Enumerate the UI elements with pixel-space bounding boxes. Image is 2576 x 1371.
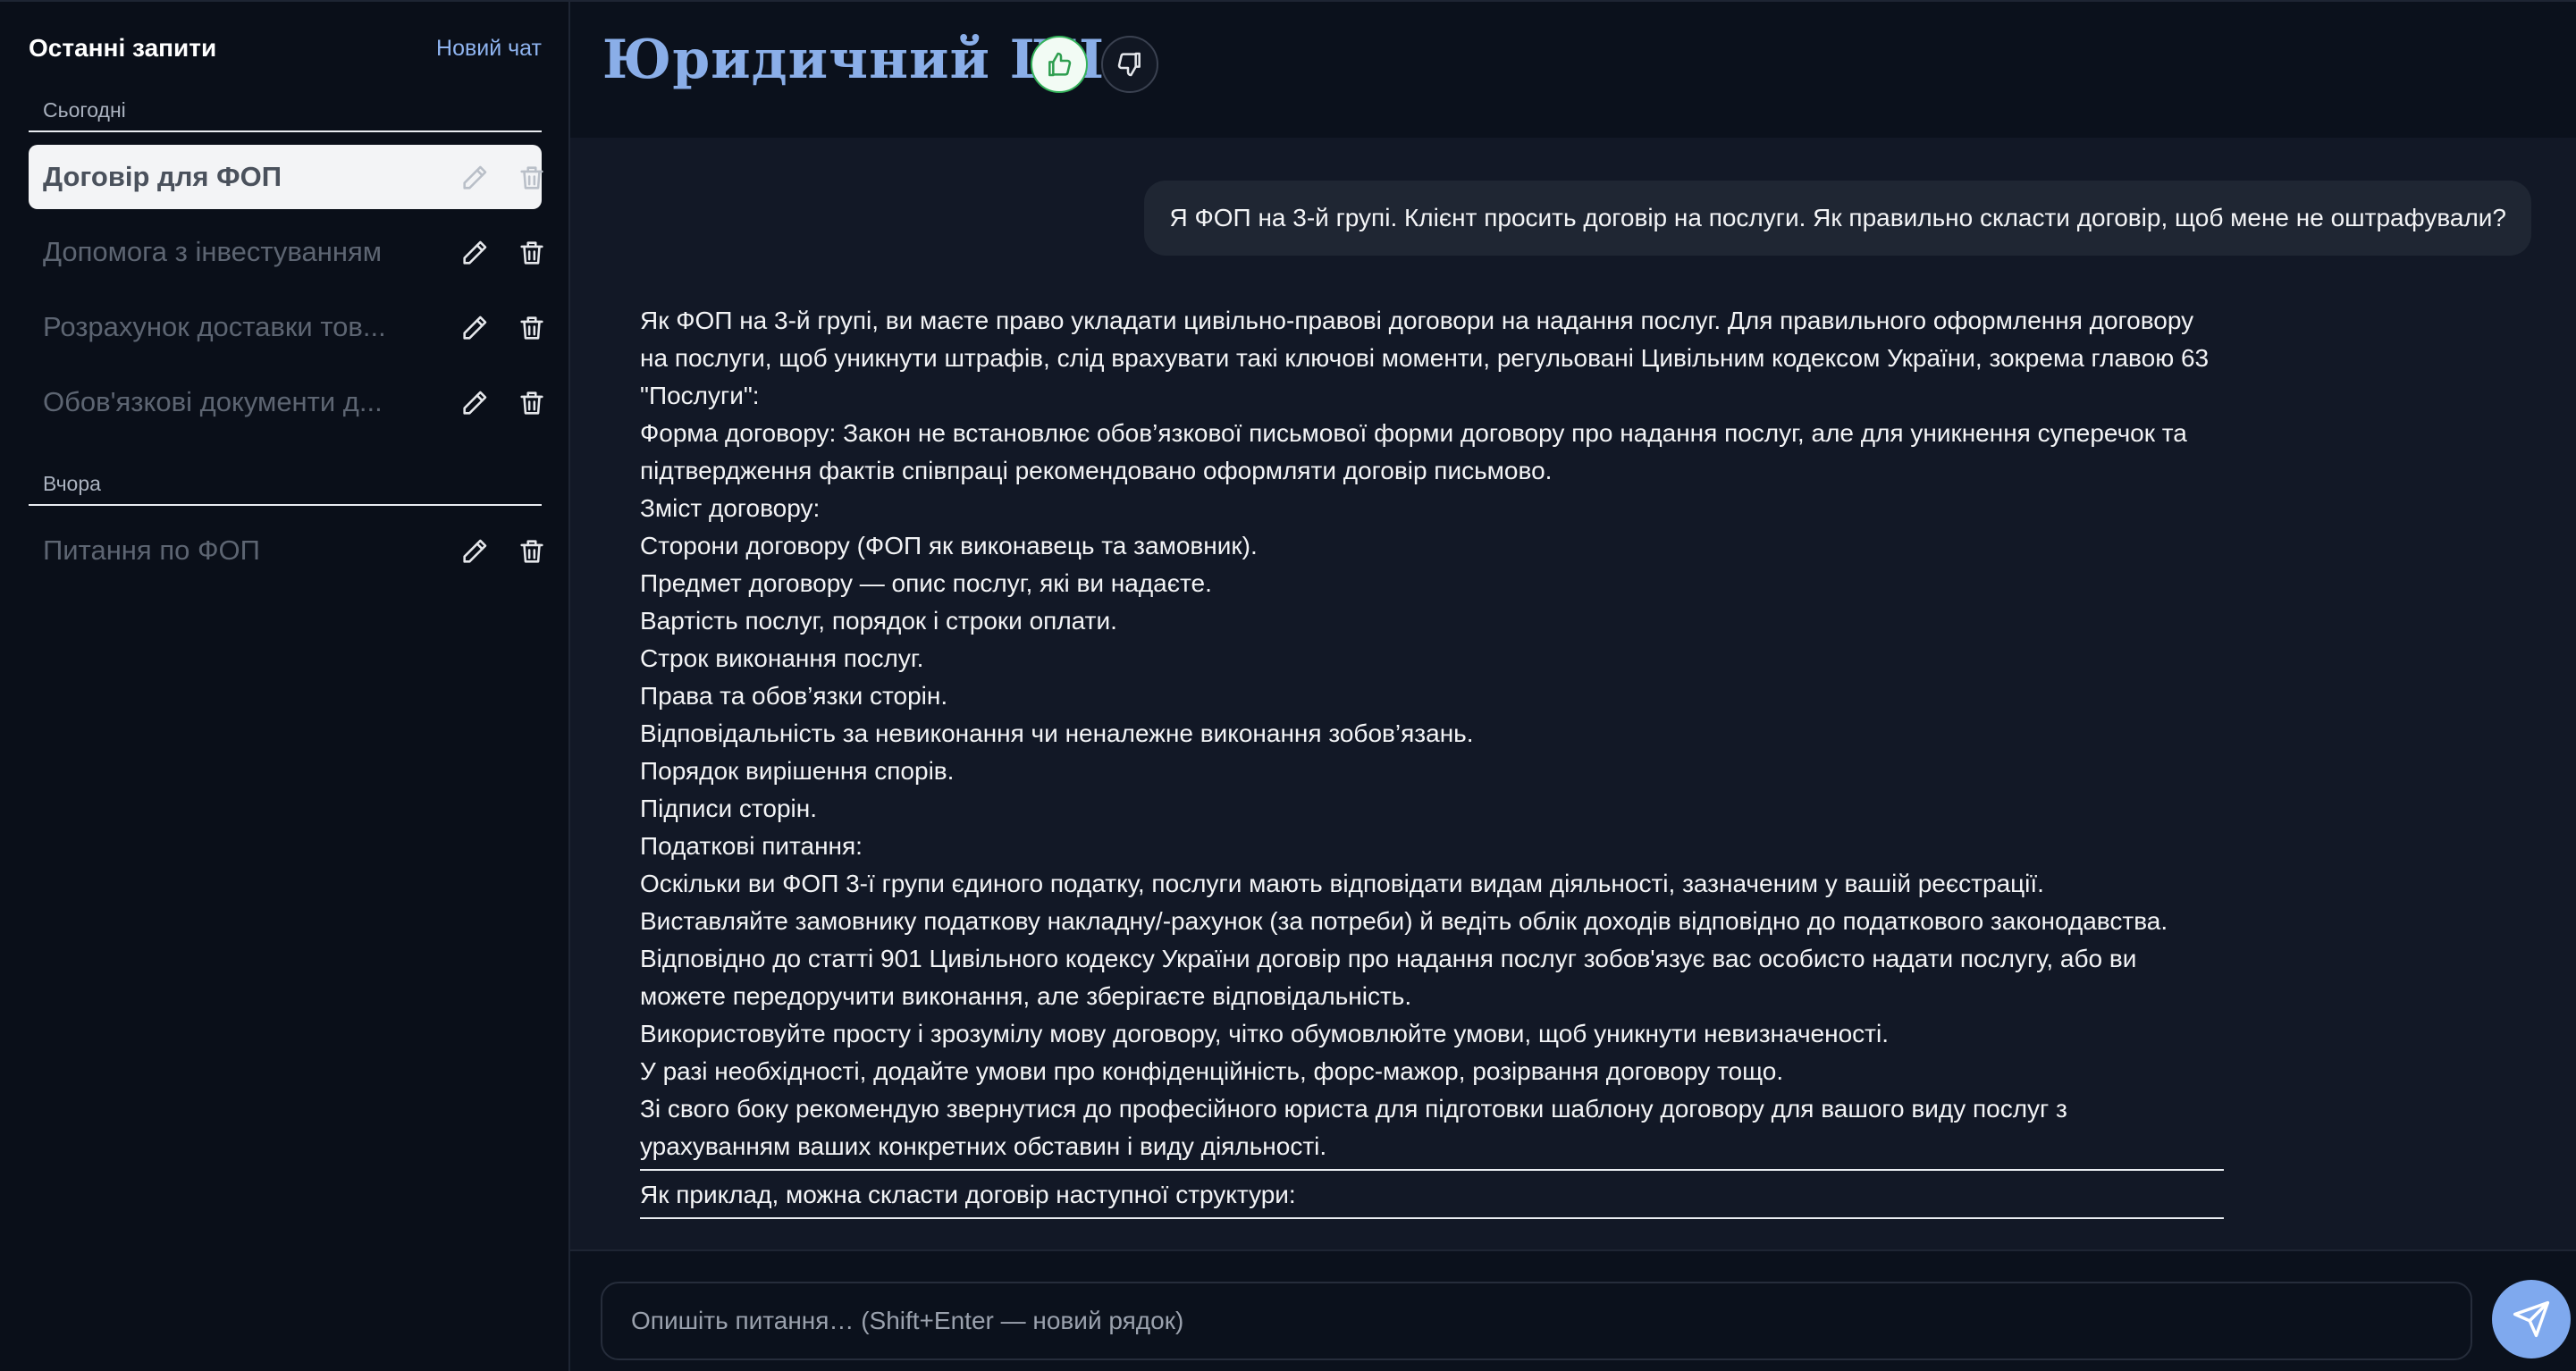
assistant-paragraph: Вартість послуг, порядок і строки оплати… [640, 607, 1117, 635]
assistant-paragraph: Оскільки ви ФОП 3-ї групи єдиного податк… [640, 870, 2044, 897]
horizontal-rule [640, 1217, 2224, 1219]
horizontal-rule [640, 1169, 2224, 1171]
page-title: Юридичний ШІ [602, 29, 1106, 91]
trash-icon[interactable] [517, 536, 547, 567]
chat-item[interactable]: Розрахунок доставки тов... [29, 295, 543, 359]
assistant-paragraph: Виставляйте замовнику податкову накладну… [640, 907, 2168, 935]
pencil-icon[interactable] [459, 536, 490, 567]
trash-icon[interactable] [517, 163, 547, 193]
chat-item[interactable]: Допомога з інвестуванням [29, 220, 543, 284]
message-input-box [601, 1282, 2472, 1360]
composer [570, 1249, 2576, 1371]
pencil-icon[interactable] [459, 238, 490, 268]
main-panel: Юридичний ШІ Я ФОП на 3-й групі. Клієнт … [570, 0, 2576, 1371]
assistant-paragraph: Податкові питання: [640, 832, 863, 860]
sidebar-title: Останні запити [29, 34, 217, 62]
message-input[interactable] [602, 1283, 2471, 1358]
trash-icon[interactable] [517, 238, 547, 268]
sidebar-header: Останні запити Новий чат [29, 32, 542, 68]
chat-item-label: Договір для ФОП [43, 161, 282, 192]
app-window: Останні запити Новий чат Сьогодні Догові… [0, 0, 2576, 1371]
assistant-paragraph: Використовуйте просту і зрозумілу мову д… [640, 1020, 1889, 1047]
thumbs-down-icon [1117, 52, 1141, 77]
assistant-paragraph: Підписи сторін. [640, 795, 818, 822]
thumbs-down-button[interactable] [1101, 36, 1158, 93]
assistant-paragraph: Форма договору: Закон не встановлює обов… [640, 419, 2187, 484]
send-icon [2513, 1300, 2550, 1338]
user-message-bubble: Я ФОП на 3-й групі. Клієнт просить догов… [1144, 181, 2531, 256]
group-label-yesterday: Вчора [43, 472, 101, 495]
new-chat-link[interactable]: Новий чат [436, 36, 542, 62]
assistant-paragraph: У разі необхідності, додайте умови про к… [640, 1057, 1784, 1085]
assistant-paragraph: Права та обов’язки сторін. [640, 682, 948, 710]
chat-item[interactable]: Питання по ФОП [29, 518, 543, 583]
assistant-paragraph: Зі свого боку рекомендую звернутися до п… [640, 1095, 2067, 1160]
chat-item-label: Розрахунок доставки тов... [43, 311, 386, 342]
chat-item-label: Обов'язкові документи д... [43, 386, 383, 417]
send-button[interactable] [2492, 1280, 2571, 1358]
group-divider [29, 504, 542, 506]
pencil-icon[interactable] [459, 163, 490, 193]
assistant-paragraph: Предмет договору — опис послуг, які ви н… [640, 569, 1212, 597]
sidebar: Останні запити Новий чат Сьогодні Догові… [0, 0, 570, 1371]
pencil-icon[interactable] [459, 313, 490, 343]
assistant-paragraph: Як приклад, можна скласти договір наступ… [640, 1181, 1296, 1208]
assistant-paragraph: Сторони договору (ФОП як виконавець та з… [640, 532, 1258, 559]
assistant-paragraph: Порядок вирішення спорів. [640, 757, 955, 785]
thumbs-up-icon [1048, 52, 1072, 77]
trash-icon[interactable] [517, 313, 547, 343]
assistant-paragraph: Строк виконання послуг. [640, 644, 924, 672]
assistant-paragraph: Зміст договору: [640, 494, 821, 522]
group-divider [29, 130, 542, 132]
pencil-icon[interactable] [459, 388, 490, 418]
chat-area[interactable]: Я ФОП на 3-й групі. Клієнт просить догов… [570, 138, 2576, 1249]
chat-item[interactable]: Обов'язкові документи д... [29, 370, 543, 434]
chat-item-label: Питання по ФОП [43, 534, 260, 566]
thumbs-up-button[interactable] [1031, 36, 1088, 93]
top-bar: Юридичний ШІ [570, 0, 2576, 138]
assistant-paragraph: Відповідно до статті 901 Цивільного коде… [640, 945, 2137, 1010]
assistant-paragraph: Відповідальність за невиконання чи ненал… [640, 719, 1474, 747]
chat-item[interactable]: Договір для ФОП [29, 145, 543, 209]
assistant-message: Як ФОП на 3-й групі, ви маєте право укла… [640, 302, 2224, 1219]
group-label-today: Сьогодні [43, 98, 126, 122]
trash-icon[interactable] [517, 388, 547, 418]
assistant-paragraph: Як ФОП на 3-й групі, ви маєте право укла… [640, 307, 2210, 409]
chat-item-label: Допомога з інвестуванням [43, 236, 383, 267]
